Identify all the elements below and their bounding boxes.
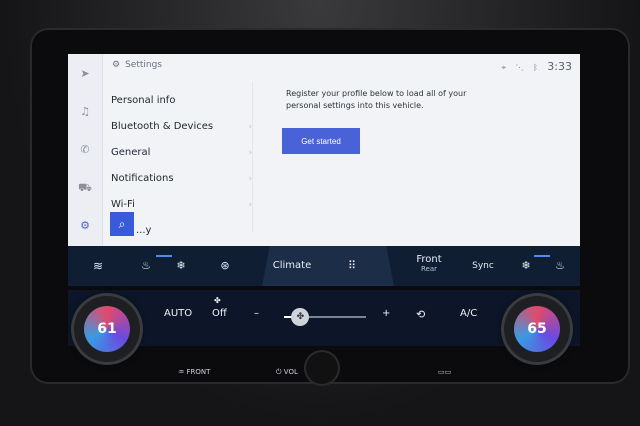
fan-speed-slider[interactable]: ✤ bbox=[284, 308, 366, 326]
search-button[interactable]: ⌕ bbox=[110, 212, 134, 236]
car-console: ➤ ♫ ✆ ⛟ ⚙ ⚙ Settings Personal info Blueto… bbox=[0, 0, 640, 426]
seat-heat-icon[interactable]: ♨ bbox=[550, 246, 570, 286]
right-temperature: 65 bbox=[527, 321, 547, 337]
volume-knob[interactable] bbox=[306, 352, 338, 384]
menu-item-notifications[interactable]: Notifications › bbox=[110, 166, 252, 192]
menu-item-bluetooth[interactable]: Bluetooth & Devices › bbox=[110, 114, 252, 140]
power-icon: ⏻ bbox=[276, 368, 282, 376]
front-toggle[interactable]: Front Rear bbox=[414, 254, 444, 273]
signal-icon: ⋱ bbox=[515, 63, 524, 72]
menu-item-label: General bbox=[111, 147, 151, 158]
sync-label: Sync bbox=[472, 261, 494, 271]
left-rail: ➤ ♫ ✆ ⛟ ⚙ bbox=[68, 54, 103, 246]
settings-header: ⚙ Settings bbox=[112, 60, 162, 70]
fan-increase-button[interactable]: + bbox=[382, 308, 390, 319]
fan-icon[interactable]: ≋ bbox=[88, 246, 108, 286]
menu-item-personal-info[interactable]: Personal info bbox=[110, 88, 252, 114]
menu-item-label: ...y bbox=[136, 225, 152, 236]
clock: 3:33 bbox=[547, 60, 572, 73]
phone-icon[interactable]: ✆ bbox=[77, 142, 93, 158]
menu-item-general[interactable]: General › bbox=[110, 140, 252, 166]
off-button[interactable]: Off bbox=[212, 308, 227, 319]
menu-item-label: Notifications bbox=[111, 173, 174, 184]
vol-label: VOL bbox=[283, 368, 298, 376]
apps-grid-icon[interactable]: ⠿ bbox=[342, 246, 362, 286]
ac-button[interactable]: A/C bbox=[460, 308, 477, 319]
fan-icon[interactable]: ✤ bbox=[291, 308, 310, 326]
gear-icon[interactable]: ⚙ bbox=[77, 218, 93, 234]
gear-icon: ⚙ bbox=[112, 60, 121, 70]
defrost-icon: ♒ bbox=[178, 368, 185, 376]
status-bar: ⌖ ⋱ ᛒ 3:33 bbox=[501, 60, 572, 73]
rear-label: Rear bbox=[420, 265, 438, 273]
steering-heat-icon[interactable]: ⊛ bbox=[214, 246, 236, 286]
tab-label: Climate bbox=[262, 246, 322, 286]
page-title: Settings bbox=[125, 60, 162, 70]
front-label: Front bbox=[416, 254, 442, 265]
fan-icon: ✤ bbox=[214, 296, 221, 305]
front-defrost-button[interactable]: ♒ FRONT bbox=[178, 368, 210, 376]
navigation-icon[interactable]: ➤ bbox=[77, 66, 93, 82]
music-icon[interactable]: ♫ bbox=[77, 104, 93, 120]
seat-heat-icon[interactable]: ♨ bbox=[134, 246, 158, 286]
auto-button[interactable]: AUTO bbox=[164, 308, 192, 319]
divider bbox=[252, 82, 253, 232]
menu-item-label: Wi-Fi bbox=[111, 199, 135, 210]
recirculation-icon[interactable]: ⟲ bbox=[416, 308, 425, 321]
level-bar bbox=[534, 255, 550, 257]
fan-decrease-button[interactable]: – bbox=[254, 308, 259, 319]
search-icon: ⌕ bbox=[118, 217, 126, 231]
left-temperature: 61 bbox=[97, 321, 117, 337]
bluetooth-icon: ᛒ bbox=[532, 63, 538, 72]
sync-button[interactable]: Sync bbox=[468, 246, 498, 286]
menu-item-label: Bluetooth & Devices bbox=[111, 121, 214, 132]
tab-climate[interactable]: Climate ⠿ bbox=[262, 246, 394, 286]
infotainment-screen: ➤ ♫ ✆ ⛟ ⚙ ⚙ Settings Personal info Blueto… bbox=[68, 54, 580, 246]
car-icon[interactable]: ⛟ bbox=[77, 180, 93, 196]
front-defrost-label: FRONT bbox=[186, 368, 211, 376]
rear-defrost-icon: ▭▭ bbox=[438, 368, 452, 376]
climate-label: Climate bbox=[272, 260, 312, 271]
location-icon: ⌖ bbox=[501, 63, 506, 72]
register-text: Register your profile below to load all … bbox=[286, 89, 467, 110]
rear-defrost-button[interactable]: ▭▭ bbox=[438, 368, 451, 376]
menu-item-label: Personal info bbox=[111, 95, 176, 106]
left-temp-dial[interactable]: 61 bbox=[74, 296, 140, 362]
right-temp-dial[interactable]: 65 bbox=[504, 296, 570, 362]
hvac-top-bar: ≋ ♨ ❄ ⊛ Climate ⠿ Front Rear Sync ❄ ♨ bbox=[68, 246, 580, 286]
seat-vent-icon[interactable]: ❄ bbox=[170, 246, 192, 286]
get-started-button[interactable]: Get started bbox=[282, 128, 360, 154]
seat-vent-icon[interactable]: ❄ bbox=[516, 246, 536, 286]
power-volume-button[interactable]: ⏻ VOL bbox=[276, 368, 298, 377]
